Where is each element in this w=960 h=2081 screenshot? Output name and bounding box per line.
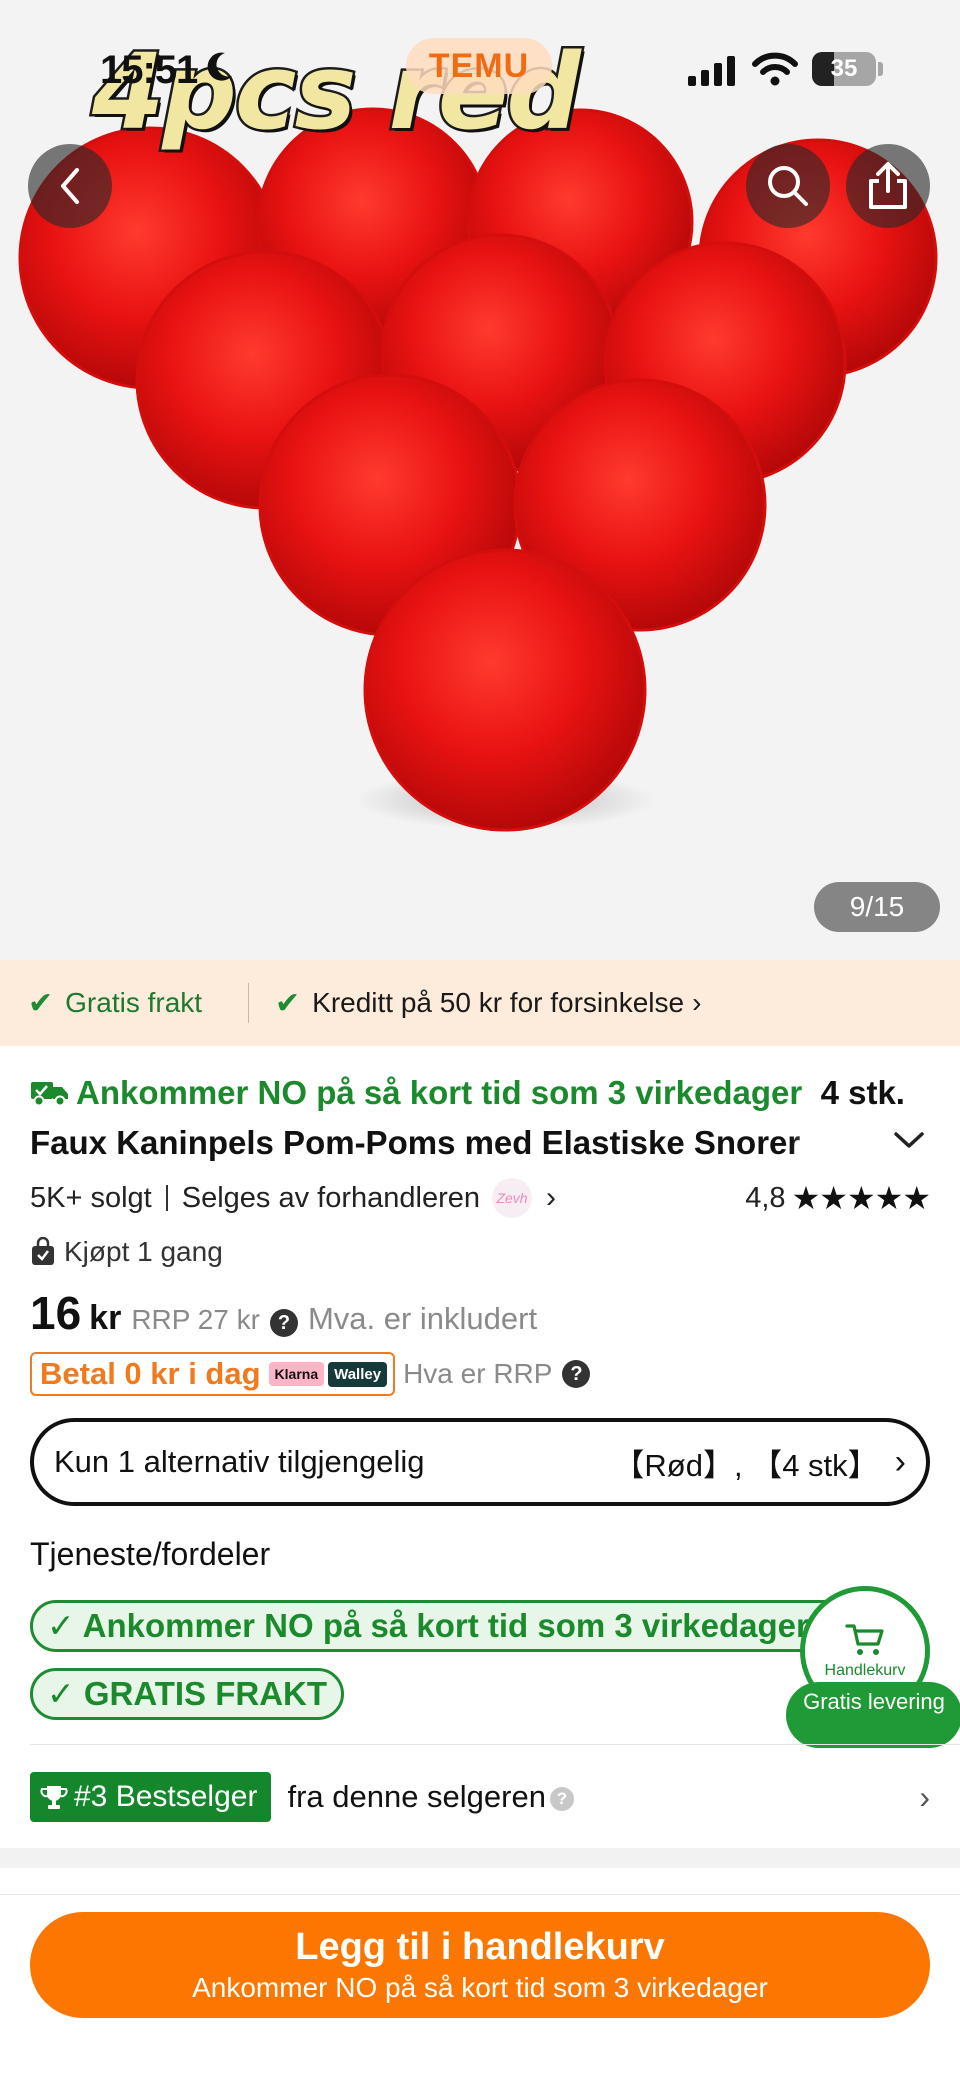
- variant-value: 【Rød】, 【4 stk】: [613, 1447, 879, 1483]
- battery-label: 35: [830, 55, 858, 82]
- service-label: Ankommer NO på så kort tid som 3 virkeda…: [82, 1607, 809, 1644]
- section-divider: [30, 1744, 960, 1745]
- chevron-right-icon: ›: [692, 987, 702, 1018]
- service-pill-free-shipping: ✓ GRATIS FRAKT: [30, 1668, 345, 1720]
- bestseller-from-seller: fra denne selgeren: [287, 1779, 546, 1814]
- back-button[interactable]: [28, 144, 112, 228]
- bought-row: Kjøpt 1 gang: [30, 1232, 223, 1272]
- rrp-help-link[interactable]: Hva er RRP: [403, 1358, 552, 1390]
- section-gap: [0, 1848, 960, 1868]
- wifi-icon: [752, 52, 798, 86]
- delay-credit-label: Kreditt på 50 kr for forsinkelse: [312, 987, 685, 1018]
- add-to-cart-label: Legg til i handlekurv: [295, 1926, 665, 1968]
- chevron-right-icon[interactable]: ›: [546, 1181, 556, 1215]
- moon-icon: [207, 52, 232, 81]
- status-time: 15:51: [100, 48, 198, 92]
- check-icon: ✔: [28, 986, 54, 1020]
- delay-credit-promo[interactable]: ✔ Kreditt på 50 kr for forsinkelse ›: [249, 960, 701, 1046]
- chevron-down-icon[interactable]: [892, 1128, 926, 1152]
- price-rrp: RRP 27 kr: [131, 1304, 260, 1335]
- trophy-icon: [40, 1786, 68, 1809]
- check-icon: ✓: [47, 1607, 83, 1644]
- search-button[interactable]: [746, 144, 830, 228]
- image-counter: 9/15: [814, 882, 940, 932]
- seller-logo[interactable]: Zevh: [492, 1178, 532, 1218]
- walley-logo: Walley: [328, 1361, 388, 1387]
- help-icon[interactable]: ?: [549, 1787, 574, 1811]
- bestseller-label: #3 Bestselger: [74, 1780, 258, 1813]
- search-icon: [768, 166, 808, 206]
- cart-label: Handlekurv: [824, 1662, 906, 1679]
- share-icon: [869, 162, 907, 209]
- price-amount: 16: [30, 1287, 82, 1339]
- truck-icon: [31, 1082, 68, 1107]
- meta-row: 5K+ solgt Selges av forhandleren Zevh › …: [30, 1176, 931, 1220]
- bestseller-row[interactable]: #3 Bestselger fra denne selgeren? ›: [30, 1770, 930, 1824]
- klarna-logo: Klarna: [268, 1362, 325, 1386]
- check-icon: ✓: [47, 1675, 84, 1712]
- free-delivery-badge: Gratis levering: [786, 1682, 960, 1748]
- vat-label: Mva. er inkludert: [307, 1301, 538, 1336]
- free-shipping-promo[interactable]: ✔ Gratis frakt: [0, 960, 248, 1046]
- battery-cap: [878, 62, 883, 76]
- bought-label: Kjøpt 1 gang: [64, 1236, 223, 1267]
- check-icon: ✔: [275, 986, 301, 1020]
- bestseller-text: fra denne selgeren?: [287, 1779, 574, 1815]
- brand-pill: TEMU: [406, 38, 552, 94]
- cart-icon: [845, 1624, 884, 1655]
- services-title: Tjeneste/fordeler: [30, 1536, 271, 1572]
- price-currency: kr: [89, 1299, 122, 1337]
- pay-later-box[interactable]: Betal 0 kr i dag Klarna Walley: [30, 1352, 396, 1396]
- product-title-block[interactable]: Ankommer NO på så kort tid som 3 virkeda…: [30, 1068, 930, 1168]
- chevron-right-icon: ›: [894, 1442, 906, 1481]
- variant-label: Kun 1 alternativ tilgjengelig: [54, 1444, 425, 1479]
- pom-pom: [363, 548, 647, 832]
- rating[interactable]: 4,8 ★★★★★: [745, 1179, 931, 1217]
- help-icon[interactable]: ?: [269, 1309, 298, 1337]
- battery-icon: 35: [812, 52, 876, 86]
- share-button[interactable]: [846, 144, 930, 228]
- rating-value: 4,8: [745, 1181, 786, 1214]
- delivery-headline: Ankommer NO på så kort tid som 3 virkeda…: [76, 1074, 803, 1111]
- service-pill-delivery: ✓ Ankommer NO på så kort tid som 3 virke…: [30, 1600, 850, 1652]
- star-rating-icon: ★★★★★: [791, 1180, 931, 1216]
- chevron-right-icon: ›: [919, 1778, 930, 1815]
- seller-link[interactable]: Selges av forhandleren: [182, 1182, 480, 1215]
- service-label: GRATIS FRAKT: [83, 1675, 328, 1712]
- add-to-cart-button[interactable]: Legg til i handlekurv Ankommer NO på så …: [30, 1912, 930, 2018]
- bottom-bar-divider: [0, 1894, 960, 1895]
- variant-selector[interactable]: Kun 1 alternativ tilgjengelig 【Rød】, 【4 …: [30, 1418, 930, 1506]
- promo-strip[interactable]: ✔ Gratis frakt ✔ Kreditt på 50 kr for fo…: [0, 960, 960, 1046]
- help-icon[interactable]: ?: [562, 1360, 591, 1388]
- product-image[interactable]: 4pcs red 15:51 TEMU 35 9/15: [0, 0, 960, 960]
- add-to-cart-sub: Ankommer NO på så kort tid som 3 virkeda…: [192, 1972, 768, 2003]
- pay-today-label: Betal 0 kr i dag: [40, 1356, 261, 1391]
- sold-count: 5K+ solgt: [30, 1181, 152, 1214]
- price-row: 16 kr RRP 27 kr ? Mva. er inkludert: [30, 1286, 537, 1346]
- shopping-bag-icon: [32, 1237, 54, 1265]
- free-shipping-label: Gratis frakt: [65, 987, 203, 1018]
- bestseller-badge: #3 Bestselger: [30, 1772, 272, 1822]
- chevron-left-icon: [61, 168, 79, 204]
- signal-icon: [688, 56, 735, 86]
- meta-divider: [165, 1185, 168, 1211]
- pay-row: Betal 0 kr i dag Klarna Walley Hva er RR…: [30, 1352, 591, 1396]
